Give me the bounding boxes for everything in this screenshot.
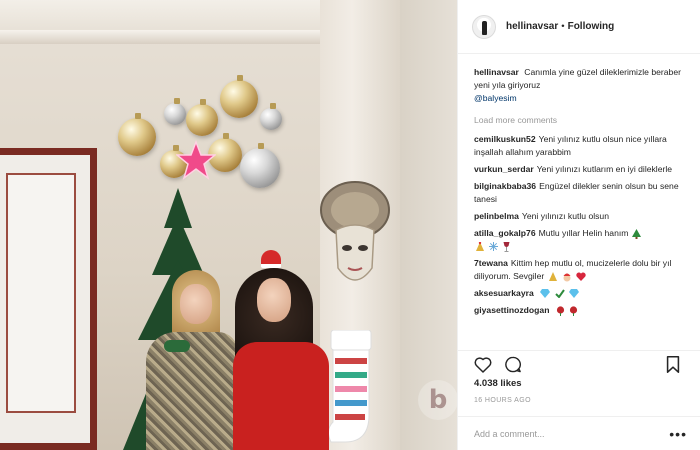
snowflake-emoji-icon	[489, 242, 499, 252]
comment: giyasettinozdogan	[474, 304, 687, 317]
heart-icon[interactable]	[474, 356, 492, 373]
red-top	[233, 342, 329, 450]
more-options-icon[interactable]: •••	[669, 426, 687, 442]
gold-ornament	[186, 99, 218, 136]
comment: atilla_gokalp76 Mutlu yıllar Helin hanım	[474, 227, 687, 253]
face	[180, 284, 212, 324]
woman-left	[138, 270, 238, 450]
santa-emoji-icon	[563, 273, 571, 282]
comment-username[interactable]: atilla_gokalp76	[474, 228, 536, 238]
christmas-tree-emoji-icon	[631, 228, 641, 239]
caption-username[interactable]: hellinavsar	[474, 67, 519, 77]
comment-text: Mutlu yıllar Helin hanım	[538, 228, 629, 238]
following-button[interactable]: Following	[568, 21, 615, 32]
post-photo[interactable]: b	[0, 0, 457, 450]
face	[257, 278, 291, 322]
diamond-emoji-icon	[540, 289, 551, 299]
post-timestamp[interactable]: 16 HOURS AGO	[474, 397, 531, 404]
green-mask-prop	[164, 340, 190, 352]
door-frame	[0, 148, 97, 450]
post-header: hellinavsar • Following	[458, 0, 700, 54]
silver-ornament	[260, 103, 282, 130]
diamond-emoji-icon	[568, 289, 579, 299]
comment-bubble-icon[interactable]	[504, 356, 522, 373]
comment: cemilkuskun52 Yeni yılınız kutlu olsun ni…	[474, 133, 687, 159]
comment: vurkun_serdar Yeni yılınızı kutlarım en i…	[474, 163, 687, 176]
comment-username[interactable]: pelinbelma	[474, 211, 519, 221]
comment: aksesuarkayra	[474, 287, 687, 300]
likes-count[interactable]: 4.038 likes	[474, 378, 522, 389]
comment-username[interactable]: 7tewana	[474, 258, 508, 268]
post-sidebar: hellinavsar • Following hellinavsar Canı…	[457, 0, 700, 450]
comments-list: hellinavsar Canımla yine güzel dilekleri…	[458, 58, 700, 348]
comment-username[interactable]: cemilkuskun52	[474, 134, 536, 144]
comment: pelinbelma Yeni yılınızı kutlu olsun	[474, 210, 687, 223]
comment: 7tewana Kittim hep mutlu ol, mucizelerle …	[474, 257, 687, 283]
add-comment-bar: •••	[458, 416, 700, 450]
comment-username[interactable]: vurkun_serdar	[474, 164, 534, 174]
username-link[interactable]: hellinavsar	[506, 21, 558, 32]
avatar[interactable]	[472, 14, 496, 39]
bookmark-icon[interactable]	[666, 356, 680, 373]
door-panel	[6, 173, 76, 413]
gold-ornament	[118, 113, 156, 156]
woman-right	[225, 250, 335, 450]
pink-star-topper	[176, 140, 216, 180]
action-icons	[474, 355, 687, 375]
santa-hat	[261, 250, 281, 268]
load-more-comments-link[interactable]: Load more comments	[474, 115, 687, 125]
gold-ornament	[220, 75, 258, 118]
caption: hellinavsar Canımla yine güzel dilekleri…	[474, 66, 687, 105]
heart-emoji-icon	[576, 272, 587, 282]
santa-headband	[247, 250, 299, 272]
party-hat-emoji-icon	[476, 241, 484, 251]
comment-text: Yeni yılınızı kutlarım en iyi dileklerle	[536, 164, 673, 174]
avatar-figure	[482, 20, 487, 35]
action-bar	[458, 350, 700, 374]
comment-input[interactable]	[474, 428, 654, 439]
watermark: b	[418, 380, 457, 420]
check-mark-emoji-icon	[554, 289, 565, 299]
instagram-post: b hellinavsar • Following hellinavsar Ca…	[0, 0, 700, 450]
comment: bilginakbaba36 Engüzel dilekler senin ols…	[474, 180, 687, 206]
silver-ornament	[164, 98, 186, 125]
comment-username[interactable]: aksesuarkayra	[474, 288, 534, 298]
rose-emoji-icon	[556, 306, 564, 316]
comment-username[interactable]: giyasettinozdogan	[474, 305, 549, 315]
wine-glass-emoji-icon	[503, 241, 510, 252]
mention-link[interactable]: @balyesim	[474, 93, 517, 103]
silver-ornament	[240, 143, 280, 188]
separator-dot: •	[561, 21, 565, 32]
rose-emoji-icon	[570, 306, 578, 316]
comment-text: Yeni yılınızı kutlu olsun	[521, 211, 609, 221]
party-hat-emoji-icon	[548, 271, 557, 281]
comment-username[interactable]: bilginakbaba36	[474, 181, 536, 191]
